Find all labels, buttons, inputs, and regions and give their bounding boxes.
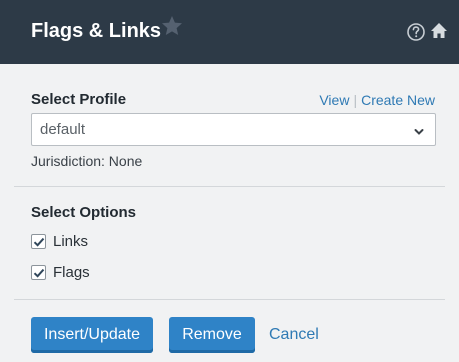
flags-checkbox-label: Flags [53, 263, 90, 281]
actions-divider [14, 299, 445, 300]
select-profile-label: Select Profile [31, 91, 127, 108]
flags-links-panel: Flags & Links Select Profile View | Create… [0, 0, 459, 362]
flags-option[interactable]: Flags [31, 263, 90, 281]
jurisdiction-text: Jurisdiction: None [31, 153, 143, 169]
remove-button[interactable]: Remove [169, 317, 255, 353]
profile-select-value: default [40, 121, 86, 138]
link-separator: | [353, 92, 358, 108]
cancel-link[interactable]: Cancel [269, 326, 319, 344]
section-divider [14, 186, 445, 187]
profile-links: View | Create New [319, 92, 435, 108]
links-checkbox[interactable] [31, 233, 46, 249]
question-circle-icon[interactable] [406, 22, 426, 42]
create-new-profile-link[interactable]: Create New [361, 92, 435, 108]
insert-update-button[interactable]: Insert/Update [31, 317, 153, 353]
links-option[interactable]: Links [31, 232, 88, 250]
profile-select[interactable]: default [31, 113, 436, 146]
view-profile-link[interactable]: View [319, 92, 349, 108]
panel-header: Flags & Links [0, 0, 459, 64]
chevron-down-icon [413, 125, 425, 137]
panel-title: Flags & Links [31, 20, 162, 42]
flags-checkbox[interactable] [31, 264, 46, 280]
home-icon[interactable] [429, 21, 449, 41]
select-options-label: Select Options [31, 204, 137, 221]
star-icon[interactable] [160, 14, 184, 38]
links-checkbox-label: Links [53, 232, 89, 250]
